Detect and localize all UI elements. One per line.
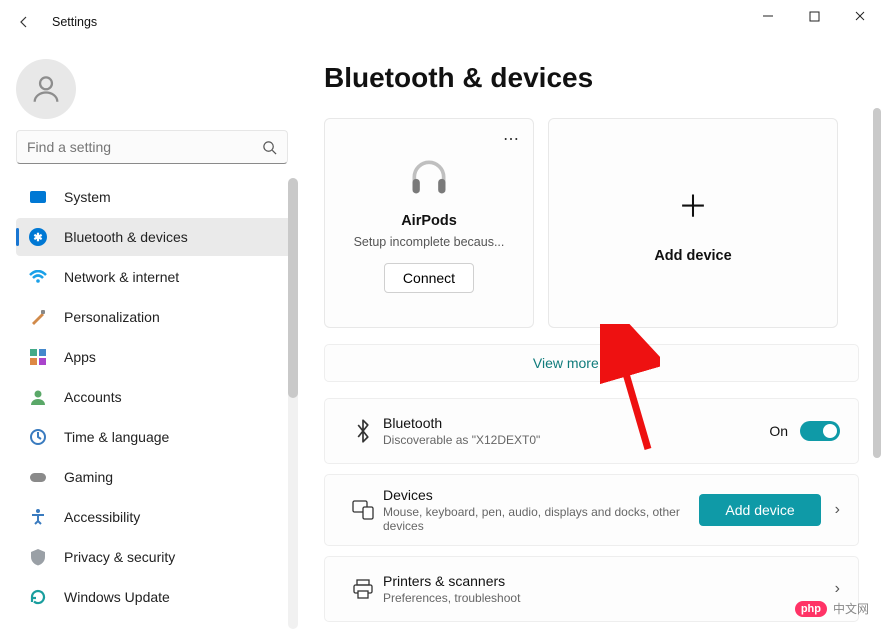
- nav-apps[interactable]: Apps: [16, 338, 292, 376]
- minimize-button[interactable]: [745, 0, 791, 32]
- add-device-card[interactable]: ＋ Add device: [548, 118, 838, 328]
- nav-label: Accounts: [64, 389, 122, 405]
- minimize-icon: [762, 10, 774, 22]
- bluetooth-title: Bluetooth: [383, 415, 769, 431]
- connect-button[interactable]: Connect: [384, 263, 474, 293]
- nav-personalization[interactable]: Personalization: [16, 298, 292, 336]
- nav-label: Personalization: [64, 309, 160, 325]
- devices-row-icon: [343, 500, 383, 520]
- nav-label: System: [64, 189, 111, 205]
- search-input[interactable]: [27, 139, 262, 155]
- nav-bluetooth-devices[interactable]: ✱ Bluetooth & devices: [16, 218, 292, 256]
- maximize-button[interactable]: [791, 0, 837, 32]
- maximize-icon: [809, 11, 820, 22]
- paintbrush-icon: [28, 307, 48, 327]
- add-device-button[interactable]: Add device: [699, 494, 820, 526]
- printer-icon: [343, 579, 383, 599]
- nav-label: Gaming: [64, 469, 113, 485]
- display-icon: [28, 187, 48, 207]
- nav-system[interactable]: System: [16, 178, 292, 216]
- person-icon: [29, 72, 63, 106]
- plus-icon: ＋: [678, 182, 708, 226]
- wifi-icon: [28, 267, 48, 287]
- view-more-devices-row[interactable]: View more devices: [324, 344, 859, 382]
- nav-label: Apps: [64, 349, 96, 365]
- bluetooth-toggle[interactable]: [800, 421, 840, 441]
- devices-row[interactable]: Devices Mouse, keyboard, pen, audio, dis…: [324, 474, 859, 546]
- headphones-icon: [407, 155, 451, 199]
- printers-row[interactable]: Printers & scanners Preferences, trouble…: [324, 556, 859, 622]
- user-avatar[interactable]: [16, 59, 76, 119]
- main-scroll-thumb[interactable]: [873, 108, 881, 458]
- window-controls: [745, 0, 883, 44]
- devices-title: Devices: [383, 487, 699, 503]
- clock-globe-icon: [28, 427, 48, 447]
- nav-time-language[interactable]: Time & language: [16, 418, 292, 456]
- nav-privacy-security[interactable]: Privacy & security: [16, 538, 292, 576]
- bluetooth-subtitle: Discoverable as "X12DEXT0": [383, 433, 769, 447]
- arrow-left-icon: [16, 14, 32, 30]
- update-icon: [28, 587, 48, 607]
- printers-title: Printers & scanners: [383, 573, 821, 589]
- page-title: Bluetooth & devices: [324, 62, 859, 94]
- nav-label: Privacy & security: [64, 549, 175, 565]
- chevron-right-icon: ›: [835, 501, 840, 519]
- back-button[interactable]: [6, 4, 42, 40]
- bluetooth-toggle-row: Bluetooth Discoverable as "X12DEXT0" On: [324, 398, 859, 464]
- device-status: Setup incomplete becaus...: [354, 235, 505, 249]
- device-card-more-button[interactable]: ⋯: [503, 129, 521, 149]
- printers-subtitle: Preferences, troubleshoot: [383, 591, 821, 605]
- nav-label: Bluetooth & devices: [64, 229, 188, 245]
- accessibility-icon: [28, 507, 48, 527]
- nav-accessibility[interactable]: Accessibility: [16, 498, 292, 536]
- sidebar: System ✱ Bluetooth & devices Network & i…: [0, 44, 300, 629]
- main-scrollbar[interactable]: [873, 108, 881, 621]
- gaming-icon: [28, 467, 48, 487]
- watermark-text: 中文网: [833, 600, 869, 617]
- devices-subtitle: Mouse, keyboard, pen, audio, displays an…: [383, 505, 699, 533]
- close-icon: [854, 10, 866, 22]
- device-card-airpods[interactable]: ⋯ AirPods Setup incomplete becaus... Con…: [324, 118, 534, 328]
- close-button[interactable]: [837, 0, 883, 32]
- main-panel: Bluetooth & devices ⋯ AirPods Setup inco…: [300, 44, 883, 629]
- nav-label: Windows Update: [64, 589, 170, 605]
- device-name: AirPods: [401, 213, 457, 229]
- bluetooth-state-label: On: [769, 423, 788, 439]
- chevron-right-icon: ›: [835, 580, 840, 598]
- nav-label: Network & internet: [64, 269, 179, 285]
- nav-gaming[interactable]: Gaming: [16, 458, 292, 496]
- window-title: Settings: [52, 15, 97, 29]
- bluetooth-row-icon: [343, 419, 383, 443]
- sidebar-scroll-thumb[interactable]: [288, 178, 298, 398]
- nav-network[interactable]: Network & internet: [16, 258, 292, 296]
- watermark-badge: php: [795, 601, 827, 617]
- bluetooth-icon: ✱: [28, 227, 48, 247]
- nav-windows-update[interactable]: Windows Update: [16, 578, 292, 616]
- nav-accounts[interactable]: Accounts: [16, 378, 292, 416]
- sidebar-scrollbar[interactable]: [288, 178, 298, 629]
- nav-label: Time & language: [64, 429, 169, 445]
- nav-list: System ✱ Bluetooth & devices Network & i…: [16, 178, 292, 616]
- view-more-devices-link[interactable]: View more devices: [533, 355, 650, 371]
- shield-icon: [28, 547, 48, 567]
- watermark: php 中文网: [795, 600, 869, 617]
- search-icon: [262, 140, 277, 155]
- add-device-label: Add device: [654, 248, 731, 264]
- apps-icon: [28, 347, 48, 367]
- account-icon: [28, 387, 48, 407]
- nav-label: Accessibility: [64, 509, 140, 525]
- search-box[interactable]: [16, 130, 288, 164]
